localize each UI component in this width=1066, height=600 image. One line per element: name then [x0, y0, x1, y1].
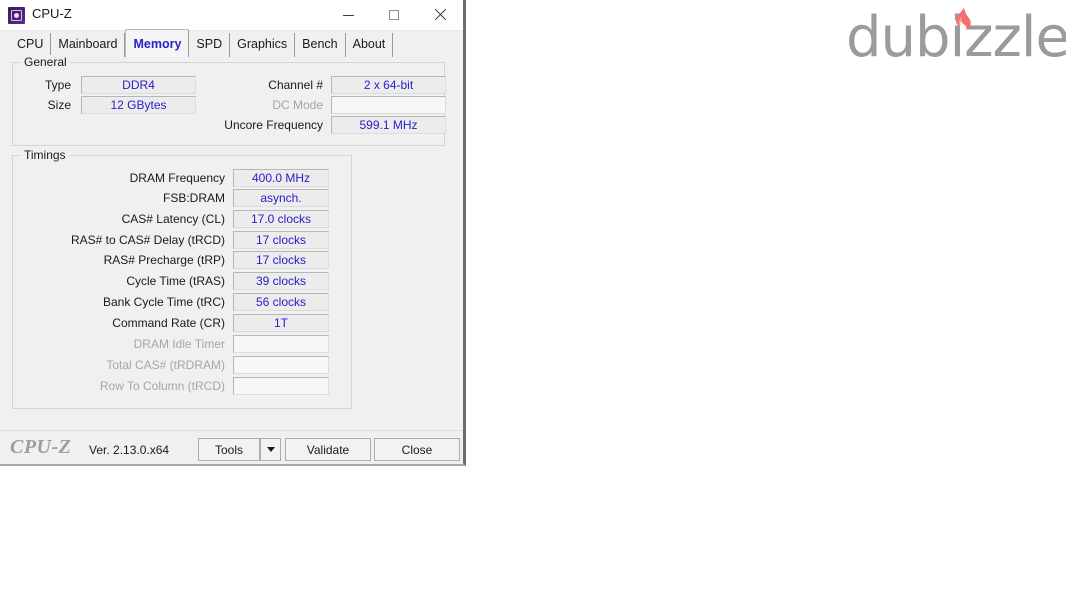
label-dram-idle-timer: DRAM Idle Timer	[133, 337, 225, 351]
screen: CPU-Z CPU Mainboard Memory SPD Graphics …	[0, 0, 1066, 600]
label-dram-frequency: DRAM Frequency	[129, 171, 225, 185]
label-trcd: RAS# to CAS# Delay (tRCD)	[70, 233, 225, 247]
value-type: DDR4	[81, 76, 196, 94]
label-type: Type	[44, 78, 71, 92]
row-tras: Cycle Time (tRAS) 39 clocks	[17, 272, 329, 290]
label-total-cas: Total CAS# (tRDRAM)	[106, 358, 225, 372]
general-group: General Type DDR4 Size 12 GBytes Channel…	[12, 55, 446, 146]
title-bar[interactable]: CPU-Z	[0, 0, 463, 31]
cpu-chip-icon	[8, 7, 25, 24]
label-command-rate: Command Rate (CR)	[112, 316, 225, 330]
cpuz-window: CPU-Z CPU Mainboard Memory SPD Graphics …	[0, 0, 466, 466]
row-total-cas: Total CAS# (tRDRAM)	[17, 356, 329, 374]
label-trc: Bank Cycle Time (tRC)	[102, 295, 225, 309]
value-fsb-dram: asynch.	[233, 189, 329, 207]
value-total-cas	[233, 356, 329, 374]
timings-group: Timings DRAM Frequency 400.0 MHz FSB:DRA…	[12, 148, 352, 409]
maximize-button[interactable]	[371, 0, 417, 30]
tab-graphics[interactable]: Graphics	[230, 33, 296, 58]
dubizzle-watermark: dubizzle	[846, 6, 1066, 76]
chevron-down-icon	[266, 447, 275, 452]
minimize-button[interactable]	[325, 0, 371, 30]
value-tras: 39 clocks	[233, 272, 329, 290]
value-row-to-column	[233, 377, 329, 395]
row-uncore-frequency: Uncore Frequency 599.1 MHz	[203, 116, 446, 134]
maximize-icon	[389, 10, 399, 20]
row-command-rate: Command Rate (CR) 1T	[17, 314, 329, 332]
value-trcd: 17 clocks	[233, 231, 329, 249]
flame-icon	[952, 8, 972, 34]
timings-group-title: Timings	[21, 148, 69, 162]
row-channel: Channel # 2 x 64-bit	[203, 76, 446, 94]
row-dc-mode: DC Mode	[203, 96, 446, 114]
version-label: Ver. 2.13.0.x64	[89, 443, 170, 457]
label-uncore-frequency: Uncore Frequency	[224, 118, 323, 132]
value-dram-frequency: 400.0 MHz	[233, 169, 329, 187]
close-icon	[434, 9, 446, 21]
value-dram-idle-timer	[233, 335, 329, 353]
label-fsb-dram: FSB:DRAM	[162, 191, 225, 205]
row-dram-idle-timer: DRAM Idle Timer	[17, 335, 329, 353]
value-command-rate: 1T	[233, 314, 329, 332]
value-uncore-frequency: 599.1 MHz	[331, 116, 446, 134]
row-cas-latency: CAS# Latency (CL) 17.0 clocks	[17, 210, 329, 228]
tools-dropdown-button[interactable]	[260, 438, 281, 461]
row-trc: Bank Cycle Time (tRC) 56 clocks	[17, 293, 329, 311]
minimize-icon	[342, 14, 354, 16]
value-size: 12 GBytes	[81, 96, 196, 114]
row-size: Size 12 GBytes	[23, 96, 196, 114]
label-size: Size	[47, 98, 71, 112]
value-cas-latency: 17.0 clocks	[233, 210, 329, 228]
value-trc: 56 clocks	[233, 293, 329, 311]
label-tras: Cycle Time (tRAS)	[126, 274, 225, 288]
validate-button[interactable]: Validate	[285, 438, 371, 461]
window-title: CPU-Z	[32, 6, 72, 21]
memory-tab-panel: General Type DDR4 Size 12 GBytes Channel…	[0, 55, 463, 434]
general-group-title: General	[21, 55, 70, 69]
row-fsb-dram: FSB:DRAM asynch.	[17, 189, 329, 207]
tab-spd[interactable]: SPD	[189, 33, 231, 58]
value-channel: 2 x 64-bit	[331, 76, 446, 94]
row-dram-frequency: DRAM Frequency 400.0 MHz	[17, 169, 329, 187]
tab-about[interactable]: About	[345, 33, 394, 58]
tools-button[interactable]: Tools	[198, 438, 260, 461]
row-type: Type DDR4	[23, 76, 196, 94]
row-row-to-column: Row To Column (tRCD)	[17, 377, 329, 395]
cpuz-logo: CPU-Z	[10, 436, 72, 458]
label-cas-latency: CAS# Latency (CL)	[121, 212, 225, 226]
value-dc-mode	[331, 96, 446, 114]
row-trp: RAS# Precharge (tRP) 17 clocks	[17, 251, 329, 269]
label-row-to-column: Row To Column (tRCD)	[99, 379, 225, 393]
row-trcd: RAS# to CAS# Delay (tRCD) 17 clocks	[17, 231, 329, 249]
close-button[interactable]: Close	[374, 438, 460, 461]
close-window-button[interactable]	[417, 0, 463, 30]
label-trp: RAS# Precharge (tRP)	[103, 253, 225, 267]
tab-bench[interactable]: Bench	[295, 33, 346, 58]
tab-memory[interactable]: Memory	[125, 29, 190, 58]
tab-strip: CPU Mainboard Memory SPD Graphics Bench …	[0, 29, 463, 58]
label-dc-mode: DC Mode	[272, 98, 323, 112]
label-channel: Channel #	[268, 78, 323, 92]
value-trp: 17 clocks	[233, 251, 329, 269]
